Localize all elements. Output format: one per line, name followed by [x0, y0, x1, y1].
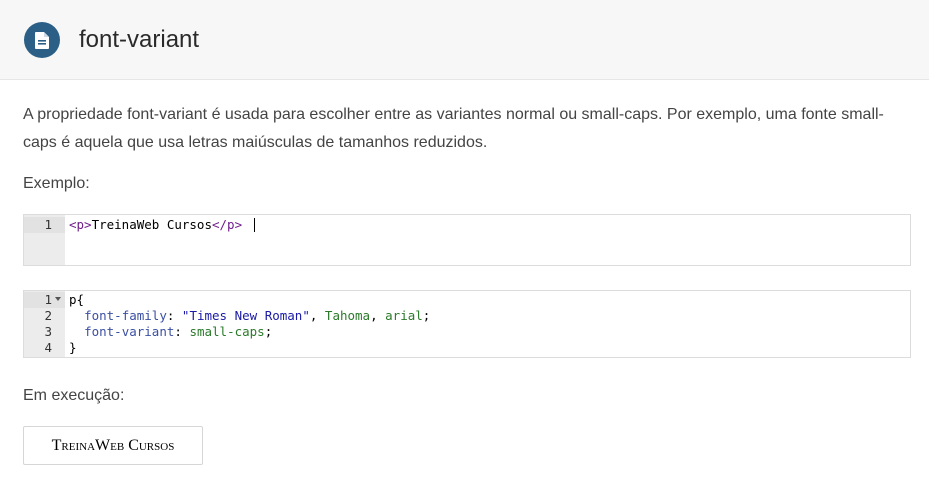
document-icon	[24, 22, 60, 58]
punctuation: ,	[370, 308, 386, 323]
punctuation: ,	[309, 308, 325, 323]
punctuation: ;	[264, 324, 273, 339]
html-code-editor[interactable]: 1 <p>TreinaWeb Cursos</p>	[23, 214, 911, 266]
code-text: }	[69, 340, 77, 355]
css-code-editor[interactable]: 1 p{ 2 font-family: "Times New Roman", T…	[23, 290, 911, 358]
fold-arrow-icon[interactable]	[55, 297, 61, 301]
css-value: small-caps	[189, 324, 265, 339]
line-number: 3	[44, 324, 52, 339]
tag-open: <p>	[69, 217, 92, 232]
css-value: arial	[385, 308, 423, 323]
line-number: 1	[44, 292, 52, 307]
text-cursor	[254, 218, 255, 232]
code-line[interactable]: 1 <p>TreinaWeb Cursos</p>	[24, 217, 908, 233]
rendered-output: TreinaWeb Cursos	[23, 426, 203, 465]
line-number: 1	[44, 217, 52, 232]
code-text: p{	[69, 292, 85, 307]
description-text: A propriedade font-variant é usada para …	[23, 106, 884, 151]
text-content: TreinaWeb Cursos	[91, 217, 212, 232]
punctuation: :	[166, 308, 182, 323]
code-line[interactable]: 4 }	[24, 340, 908, 356]
punctuation: :	[174, 324, 190, 339]
page-header: font-variant	[0, 0, 929, 80]
css-property: font-family	[84, 308, 167, 323]
code-line[interactable]: 1 p{	[24, 292, 908, 308]
punctuation: ;	[422, 308, 431, 323]
line-number: 4	[44, 340, 52, 355]
line-number: 2	[44, 308, 52, 323]
css-value: Tahoma	[324, 308, 371, 323]
page-title: font-variant	[79, 26, 200, 53]
code-line[interactable]: 3 font-variant: small-caps;	[24, 324, 908, 340]
running-label: Em execução:	[23, 387, 125, 404]
code-line[interactable]: 2 font-family: "Times New Roman", Tahoma…	[24, 308, 908, 324]
example-label: Exemplo:	[23, 175, 90, 192]
css-string: "Times New Roman"	[181, 308, 310, 323]
tag-close: </p>	[212, 217, 243, 232]
css-property: font-variant	[84, 324, 175, 339]
